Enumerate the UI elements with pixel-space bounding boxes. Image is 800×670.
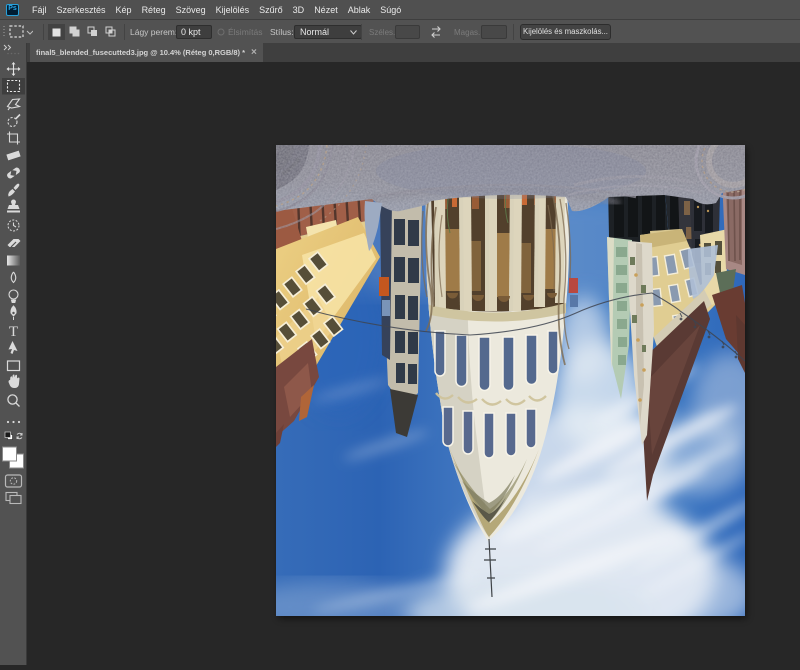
svg-text:T: T [9, 324, 18, 340]
